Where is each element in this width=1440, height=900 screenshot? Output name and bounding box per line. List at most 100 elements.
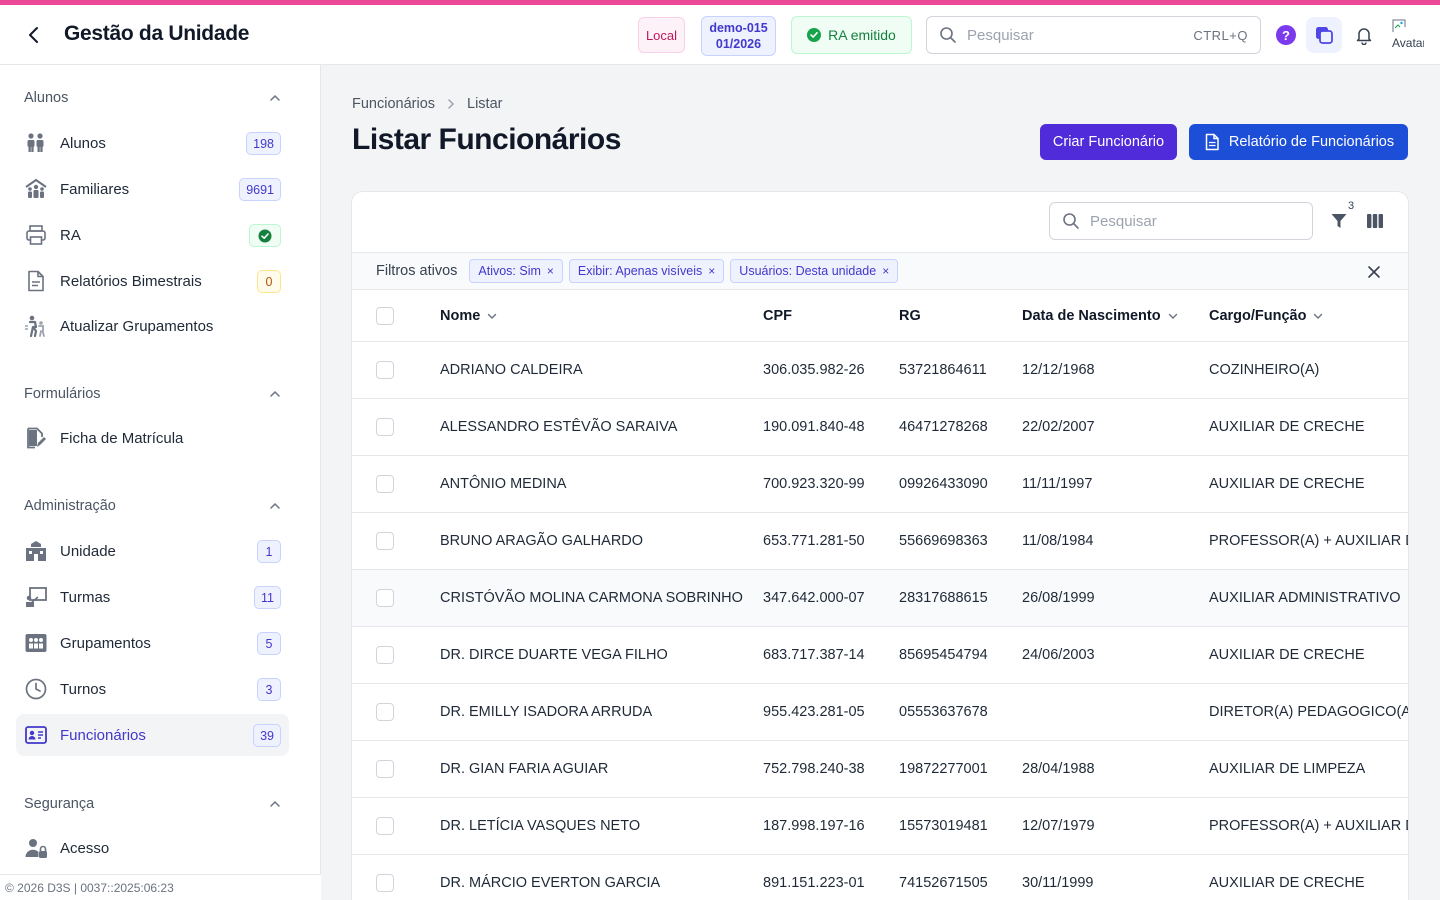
row-checkbox[interactable] — [376, 760, 394, 778]
environment-badge: Local — [638, 17, 685, 53]
avatar-alt-text: Avatar — [1392, 36, 1424, 50]
filter-chip-usuarios[interactable]: Usuários: Desta unidade × — [730, 259, 899, 283]
section-seguranca[interactable]: Segurança — [24, 792, 282, 816]
document-icon — [24, 269, 48, 293]
cell-nome: BRUNO ARAGÃO GALHARDO — [440, 533, 644, 549]
sidebar-item-turnos[interactable]: Turnos 3 — [16, 668, 289, 710]
row-checkbox[interactable] — [376, 817, 394, 835]
filter-chip-exibir[interactable]: Exibir: Apenas visíveis × — [568, 259, 725, 283]
row-checkbox[interactable] — [376, 874, 394, 892]
school-building-icon — [24, 539, 48, 563]
columns-button[interactable] — [1364, 210, 1386, 232]
tenant-period-badge[interactable]: demo-015 01/2026 — [701, 16, 776, 56]
close-icon[interactable]: × — [882, 264, 889, 278]
column-header-data-nascimento[interactable]: Data de Nascimento — [1022, 290, 1179, 342]
table-row[interactable]: ANTÔNIO MEDINA 700.923.320-99 0992643309… — [352, 456, 1408, 513]
broken-image-icon — [1392, 19, 1406, 32]
cell-nome: ALESSANDRO ESTÊVÃO SARAIVA — [440, 419, 678, 435]
help-button[interactable]: ? — [1276, 25, 1296, 45]
cell-cpf: 891.151.223-01 — [763, 875, 865, 891]
cell-cargo: AUXILIAR DE CRECHE — [1209, 476, 1365, 492]
create-employee-button[interactable]: Criar Funcionário — [1040, 124, 1177, 160]
app-header: Gestão da Unidade Local demo-015 01/2026… — [0, 5, 1440, 65]
row-checkbox[interactable] — [376, 589, 394, 607]
sidebar-item-label: Turnos — [60, 680, 107, 698]
row-checkbox[interactable] — [376, 646, 394, 664]
table-row[interactable]: DR. DIRCE DUARTE VEGA FILHO 683.717.387-… — [352, 627, 1408, 684]
cell-cargo: AUXILIAR DE CRECHE — [1209, 419, 1365, 435]
cell-rg: 74152671505 — [899, 875, 988, 891]
cell-cargo: AUXILIAR ADMINISTRATIVO — [1209, 590, 1401, 606]
sidebar-item-ra[interactable]: RA — [16, 214, 289, 256]
table-row[interactable]: DR. EMILLY ISADORA ARRUDA 955.423.281-05… — [352, 684, 1408, 741]
family-icon — [24, 177, 48, 201]
count-badge: 11 — [254, 586, 281, 609]
table-row[interactable]: CRISTÓVÃO MOLINA CARMONA SOBRINHO 347.64… — [352, 570, 1408, 627]
group-board-icon — [24, 631, 48, 655]
section-administracao[interactable]: Administração — [24, 494, 282, 518]
table-row[interactable]: DR. GIAN FARIA AGUIAR 752.798.240-38 198… — [352, 741, 1408, 798]
sidebar-item-turmas[interactable]: Turmas 11 — [16, 576, 289, 618]
sidebar-item-funcionarios[interactable]: Funcionários 39 — [16, 714, 289, 756]
employee-report-button[interactable]: Relatório de Funcionários — [1189, 124, 1408, 160]
global-search-input[interactable] — [967, 26, 1194, 44]
sidebar-item-familiares[interactable]: Familiares 9691 — [16, 168, 289, 210]
user-avatar[interactable]: Avatar — [1392, 19, 1424, 51]
section-formularios[interactable]: Formulários — [24, 382, 282, 406]
search-icon — [940, 27, 956, 43]
cell-cpf: 306.035.982-26 — [763, 362, 865, 378]
close-icon — [1368, 266, 1380, 278]
sidebar-item-atualizar-grupamentos[interactable]: Atualizar Grupamentos — [16, 305, 289, 347]
filter-chip-ativos[interactable]: Ativos: Sim × — [469, 259, 563, 283]
sidebar-item-grupamentos[interactable]: Grupamentos 5 — [16, 622, 289, 664]
column-header-cargo[interactable]: Cargo/Função — [1209, 290, 1324, 342]
sidebar-item-acesso[interactable]: Acesso — [16, 827, 289, 869]
chevron-up-icon — [270, 94, 280, 101]
table-row[interactable]: DR. MÁRCIO EVERTON GARCIA 891.151.223-01… — [352, 855, 1408, 900]
section-alunos[interactable]: Alunos — [24, 86, 282, 110]
sidebar-item-label: Alunos — [60, 134, 106, 152]
row-checkbox[interactable] — [376, 361, 394, 379]
table-row[interactable]: ALESSANDRO ESTÊVÃO SARAIVA 190.091.840-4… — [352, 399, 1408, 456]
row-checkbox[interactable] — [376, 703, 394, 721]
sidebar-item-relatorios-bimestrais[interactable]: Relatórios Bimestrais 0 — [16, 260, 289, 302]
clear-filters-button[interactable] — [1364, 262, 1384, 282]
breadcrumb-item-funcionarios[interactable]: Funcionários — [352, 96, 435, 112]
sidebar-item-alunos[interactable]: Alunos 198 — [16, 122, 289, 164]
cell-data-nascimento: 26/08/1999 — [1022, 590, 1095, 606]
row-checkbox[interactable] — [376, 475, 394, 493]
tenant-label: demo-015 — [709, 21, 768, 35]
sidebar-item-label: Acesso — [60, 839, 110, 857]
row-checkbox[interactable] — [376, 532, 394, 550]
table-row[interactable]: ADRIANO CALDEIRA 306.035.982-26 53721864… — [352, 342, 1408, 399]
table-search[interactable] — [1049, 202, 1313, 240]
cell-cargo: PROFESSOR(A) + AUXILIAR DE CRECHE — [1209, 533, 1408, 549]
sidebar-item-ficha-de-matricula[interactable]: Ficha de Matrícula — [16, 417, 289, 459]
section-title: Formulários — [24, 386, 101, 402]
cell-nome: ADRIANO CALDEIRA — [440, 362, 583, 378]
filter-chip-label: Usuários: Desta unidade — [739, 264, 877, 278]
check-circle-icon — [258, 229, 272, 242]
cell-cargo: AUXILIAR DE CRECHE — [1209, 875, 1365, 891]
switch-unit-button[interactable] — [1306, 17, 1342, 53]
close-icon[interactable]: × — [708, 264, 715, 278]
table-row[interactable]: BRUNO ARAGÃO GALHARDO 653.771.281-50 556… — [352, 513, 1408, 570]
table-search-input[interactable] — [1090, 212, 1312, 230]
count-badge: 198 — [246, 132, 281, 155]
cell-cpf: 187.998.197-16 — [763, 818, 865, 834]
column-label: Cargo/Função — [1209, 308, 1307, 324]
column-header-nome[interactable]: Nome — [440, 290, 498, 342]
row-checkbox[interactable] — [376, 418, 394, 436]
notifications-button[interactable] — [1352, 23, 1376, 47]
employees-table-card: 3 Filtros ativos Ativos: Sim × Exibir: Ap… — [351, 191, 1409, 900]
sidebar-item-unidade[interactable]: Unidade 1 — [16, 530, 289, 572]
global-search[interactable]: CTRL+Q — [926, 16, 1261, 54]
select-all-checkbox[interactable] — [376, 307, 394, 325]
table-row[interactable]: DR. LETÍCIA VASQUES NETO 187.998.197-16 … — [352, 798, 1408, 855]
filter-button[interactable] — [1328, 210, 1350, 232]
sidebar-item-label: Funcionários — [60, 726, 146, 744]
close-icon[interactable]: × — [547, 264, 554, 278]
back-button[interactable] — [22, 23, 46, 47]
classroom-icon — [24, 585, 48, 609]
count-badge: 39 — [253, 724, 281, 747]
